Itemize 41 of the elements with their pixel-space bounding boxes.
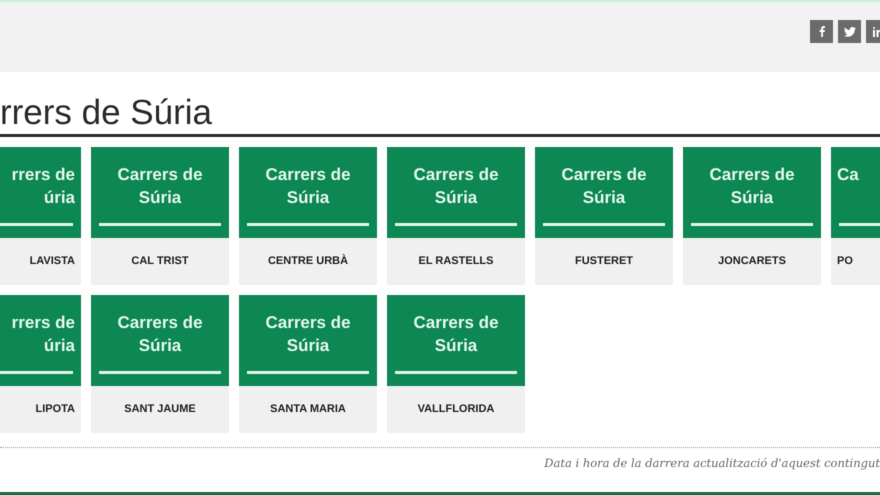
street-card[interactable]: Carrers de Súria SANTA MARIA (239, 295, 377, 433)
street-card[interactable]: rrers de úria LIPOTA (0, 295, 81, 433)
card-heading: Carrers de Súria (412, 164, 500, 209)
card-heading: rrers de úria (10, 312, 76, 357)
street-card[interactable]: Carrers de Súria CENTRE URBÀ (239, 147, 377, 285)
street-name: LAVISTA (28, 254, 76, 270)
street-name: SANT JAUME (123, 402, 197, 418)
card-heading: Carrers de Súria (264, 164, 352, 209)
street-name: FUSTERET (574, 254, 634, 270)
card-heading: Ca (836, 164, 860, 186)
street-name: CENTRE URBÀ (266, 253, 350, 270)
bird-icon (844, 26, 856, 36)
street-card[interactable]: Carrers de Súria CAL TRIST (91, 147, 229, 285)
last-update-note: Data i hora de la darrera actualització d'aquest contingut (544, 455, 880, 472)
street-card[interactable]: Carrers de Súria EL RASTELLS (387, 147, 525, 285)
street-name: CAL TRIST (130, 254, 190, 270)
street-card[interactable]: Carrers de Súria SANT JAUME (91, 295, 229, 433)
facebook-button[interactable] (810, 20, 833, 43)
street-name: EL RASTELLS (418, 254, 494, 270)
street-card[interactable]: Carrers de Súria VALLFLORIDA (387, 295, 525, 433)
street-card[interactable]: rrers de úria LAVISTA (0, 147, 81, 285)
banner-underline (839, 223, 880, 226)
twitter-button[interactable] (838, 20, 861, 43)
card-heading: Carrers de Súria (560, 164, 648, 209)
street-card[interactable]: Carrers de Súria JONCARETS (683, 147, 821, 285)
street-card[interactable]: Ca PO (831, 147, 880, 285)
linkedin-icon (872, 26, 880, 36)
street-name: JONCARETS (717, 254, 787, 270)
page-title: rrers de Súria (0, 93, 212, 133)
street-name: VALLFLORIDA (416, 402, 496, 418)
card-heading: Carrers de Súria (412, 312, 500, 357)
card-heading: Carrers de Súria (116, 164, 204, 209)
street-name: SANTA MARIA (269, 402, 347, 418)
card-heading: Carrers de Súria (116, 312, 204, 357)
card-heading: rrers de úria (10, 164, 76, 209)
street-name: LIPOTA (34, 402, 76, 418)
card-heading: Carrers de Súria (264, 312, 352, 357)
street-card[interactable]: Carrers de Súria FUSTERET (535, 147, 673, 285)
facebook-icon (818, 26, 824, 37)
street-name: PO (836, 254, 854, 270)
card-heading: Carrers de Súria (708, 164, 796, 209)
